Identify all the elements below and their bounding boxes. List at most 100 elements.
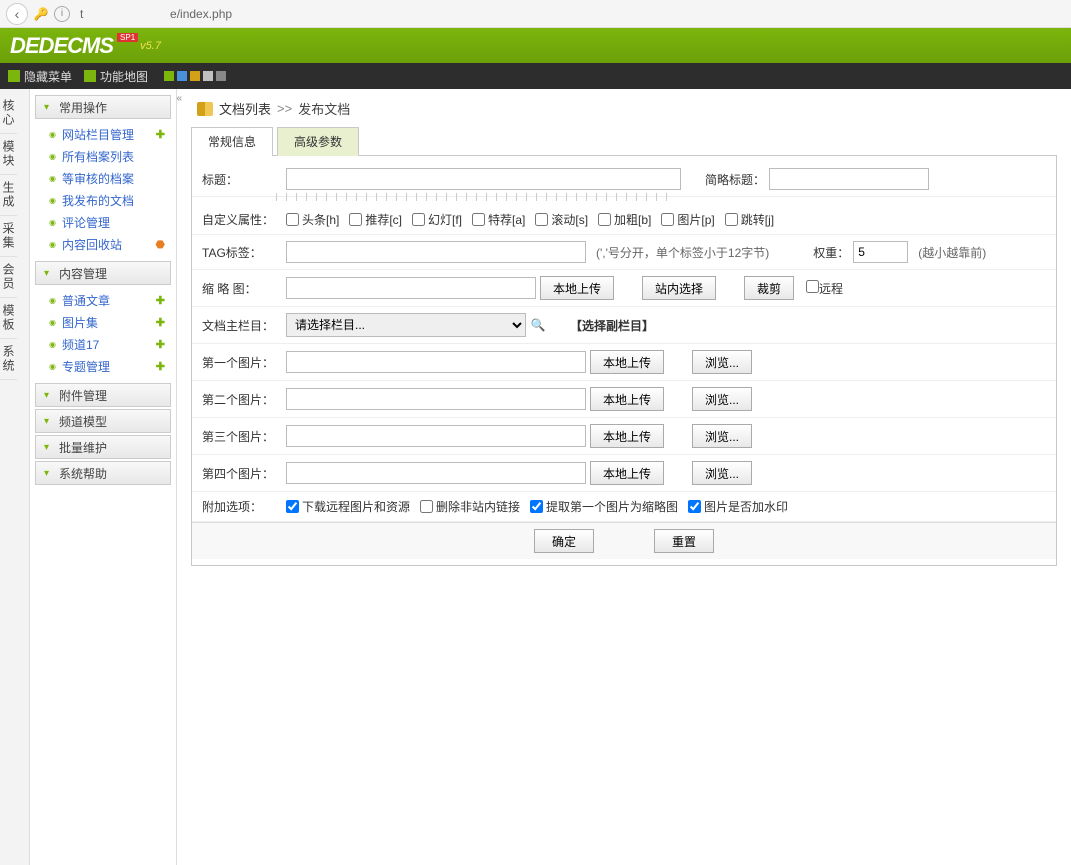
section-batch[interactable]: 批量维护 xyxy=(35,435,171,459)
sitemap-button[interactable]: 功能地图 xyxy=(84,68,148,85)
img1-input[interactable] xyxy=(286,351,586,373)
img3-browse[interactable]: 浏览... xyxy=(692,424,752,448)
weight-label: 权重： xyxy=(813,244,849,261)
sidebar-item-columns[interactable]: 网站栏目管理✚ xyxy=(35,123,171,145)
nav-module[interactable]: 模块 xyxy=(0,134,17,175)
collapse-icon[interactable]: « xyxy=(176,93,182,104)
weight-input[interactable] xyxy=(853,241,908,263)
img2-browse[interactable]: 浏览... xyxy=(692,387,752,411)
sidebar-item-topics[interactable]: 专题管理✚ xyxy=(35,355,171,377)
channel-label: 文档主栏目： xyxy=(202,317,282,334)
reset-button[interactable]: 重置 xyxy=(654,529,714,553)
plus-icon[interactable]: ✚ xyxy=(156,338,165,351)
theme-orange[interactable] xyxy=(190,71,200,81)
attr-c[interactable]: 推荐[c] xyxy=(349,211,402,228)
title-label: 标题： xyxy=(202,171,282,188)
title-input[interactable] xyxy=(286,168,681,190)
img1-upload[interactable]: 本地上传 xyxy=(590,350,664,374)
attr-j[interactable]: 跳转[j] xyxy=(725,211,774,228)
title-ruler xyxy=(276,193,671,201)
key-icon: 🔑 xyxy=(32,5,50,23)
img4-upload[interactable]: 本地上传 xyxy=(590,461,664,485)
short-title-input[interactable] xyxy=(769,168,929,190)
img2-input[interactable] xyxy=(286,388,586,410)
attr-f[interactable]: 幻灯[f] xyxy=(412,211,462,228)
toolbar: 隐藏菜单 功能地图 xyxy=(0,63,1071,89)
plus-icon[interactable]: ✚ xyxy=(156,360,165,373)
browser-bar: ‹ 🔑 i xyxy=(0,0,1071,28)
sidebar-item-channel17[interactable]: 频道17✚ xyxy=(35,333,171,355)
sub-channel-link[interactable]: 【选择副栏目】 xyxy=(570,317,654,334)
tag-label: TAG标签： xyxy=(202,244,282,261)
theme-boxes xyxy=(164,71,226,81)
submit-button[interactable]: 确定 xyxy=(534,529,594,553)
info-icon[interactable]: i xyxy=(54,6,70,22)
sidebar-item-pending[interactable]: 等审核的档案 xyxy=(35,167,171,189)
img1-label: 第一个图片： xyxy=(202,354,282,371)
section-channel-model[interactable]: 频道模型 xyxy=(35,409,171,433)
opt-watermark[interactable]: 图片是否加水印 xyxy=(688,498,788,515)
thumb-remote[interactable]: 远程 xyxy=(806,280,843,297)
attr-b[interactable]: 加粗[b] xyxy=(598,211,651,228)
sitemap-label: 功能地图 xyxy=(100,68,148,85)
thumb-crop[interactable]: 裁剪 xyxy=(744,276,794,300)
opt-download[interactable]: 下载远程图片和资源 xyxy=(286,498,410,515)
img1-browse[interactable]: 浏览... xyxy=(692,350,752,374)
tab-advanced[interactable]: 高级参数 xyxy=(277,127,359,156)
opt-thumb[interactable]: 提取第一个图片为缩略图 xyxy=(530,498,678,515)
weight-hint: (越小越靠前) xyxy=(918,244,986,261)
opt-delout[interactable]: 删除非站内链接 xyxy=(420,498,520,515)
channel-select[interactable]: 请选择栏目... xyxy=(286,313,526,337)
grid-icon xyxy=(8,70,20,82)
sidebar-item-article[interactable]: 普通文章✚ xyxy=(35,289,171,311)
attr-a[interactable]: 特荐[a] xyxy=(472,211,525,228)
form: 标题： 简略标题： 自定义属性： 头条[h] 推荐[c] 幻灯[f] 特荐[a]… xyxy=(191,156,1057,566)
sidebar-item-comments[interactable]: 评论管理 xyxy=(35,211,171,233)
sidebar-item-archives[interactable]: 所有档案列表 xyxy=(35,145,171,167)
section-content[interactable]: 内容管理 xyxy=(35,261,171,285)
img4-input[interactable] xyxy=(286,462,586,484)
img4-label: 第四个图片： xyxy=(202,465,282,482)
theme-dark[interactable] xyxy=(216,71,226,81)
theme-gray[interactable] xyxy=(203,71,213,81)
magnifier-icon[interactable]: 🔍 xyxy=(530,317,546,333)
attr-h[interactable]: 头条[h] xyxy=(286,211,339,228)
crumb-list-link[interactable]: 文档列表 xyxy=(219,99,271,118)
thumb-label: 缩 略 图： xyxy=(202,280,282,297)
tab-normal[interactable]: 常规信息 xyxy=(191,127,273,156)
attr-s[interactable]: 滚动[s] xyxy=(535,211,588,228)
sidebar-item-recycle[interactable]: 内容回收站⬣ xyxy=(35,233,171,255)
img3-upload[interactable]: 本地上传 xyxy=(590,424,664,448)
nav-system[interactable]: 系统 xyxy=(0,339,17,380)
sidebar-item-mydocs[interactable]: 我发布的文档 xyxy=(35,189,171,211)
thumb-site-select[interactable]: 站内选择 xyxy=(642,276,716,300)
url-input[interactable] xyxy=(74,3,1065,25)
section-attachment[interactable]: 附件管理 xyxy=(35,383,171,407)
img2-upload[interactable]: 本地上传 xyxy=(590,387,664,411)
thumb-local-upload[interactable]: 本地上传 xyxy=(540,276,614,300)
nav-generate[interactable]: 生成 xyxy=(0,175,17,216)
sidebar: « 常用操作 网站栏目管理✚ 所有档案列表 等审核的档案 我发布的文档 评论管理… xyxy=(30,89,177,865)
img4-browse[interactable]: 浏览... xyxy=(692,461,752,485)
theme-blue[interactable] xyxy=(177,71,187,81)
tag-input[interactable] xyxy=(286,241,586,263)
back-button[interactable]: ‹ xyxy=(6,3,28,25)
plus-icon[interactable]: ✚ xyxy=(156,128,165,141)
attr-p[interactable]: 图片[p] xyxy=(661,211,714,228)
crumb-sep: >> xyxy=(277,101,292,116)
nav-collect[interactable]: 采集 xyxy=(0,216,17,257)
nav-template[interactable]: 模板 xyxy=(0,298,17,339)
sidebar-item-images[interactable]: 图片集✚ xyxy=(35,311,171,333)
hide-menu-button[interactable]: 隐藏菜单 xyxy=(8,68,72,85)
img3-input[interactable] xyxy=(286,425,586,447)
plus-icon[interactable]: ✚ xyxy=(156,316,165,329)
hide-menu-label: 隐藏菜单 xyxy=(24,68,72,85)
theme-green[interactable] xyxy=(164,71,174,81)
thumb-input[interactable] xyxy=(286,277,536,299)
nav-core[interactable]: 核心 xyxy=(0,93,17,134)
nav-member[interactable]: 会员 xyxy=(0,257,17,298)
plus-icon[interactable]: ✚ xyxy=(156,294,165,307)
section-common[interactable]: 常用操作 xyxy=(35,95,171,119)
section-help[interactable]: 系统帮助 xyxy=(35,461,171,485)
crumb-current: 发布文档 xyxy=(298,99,350,118)
